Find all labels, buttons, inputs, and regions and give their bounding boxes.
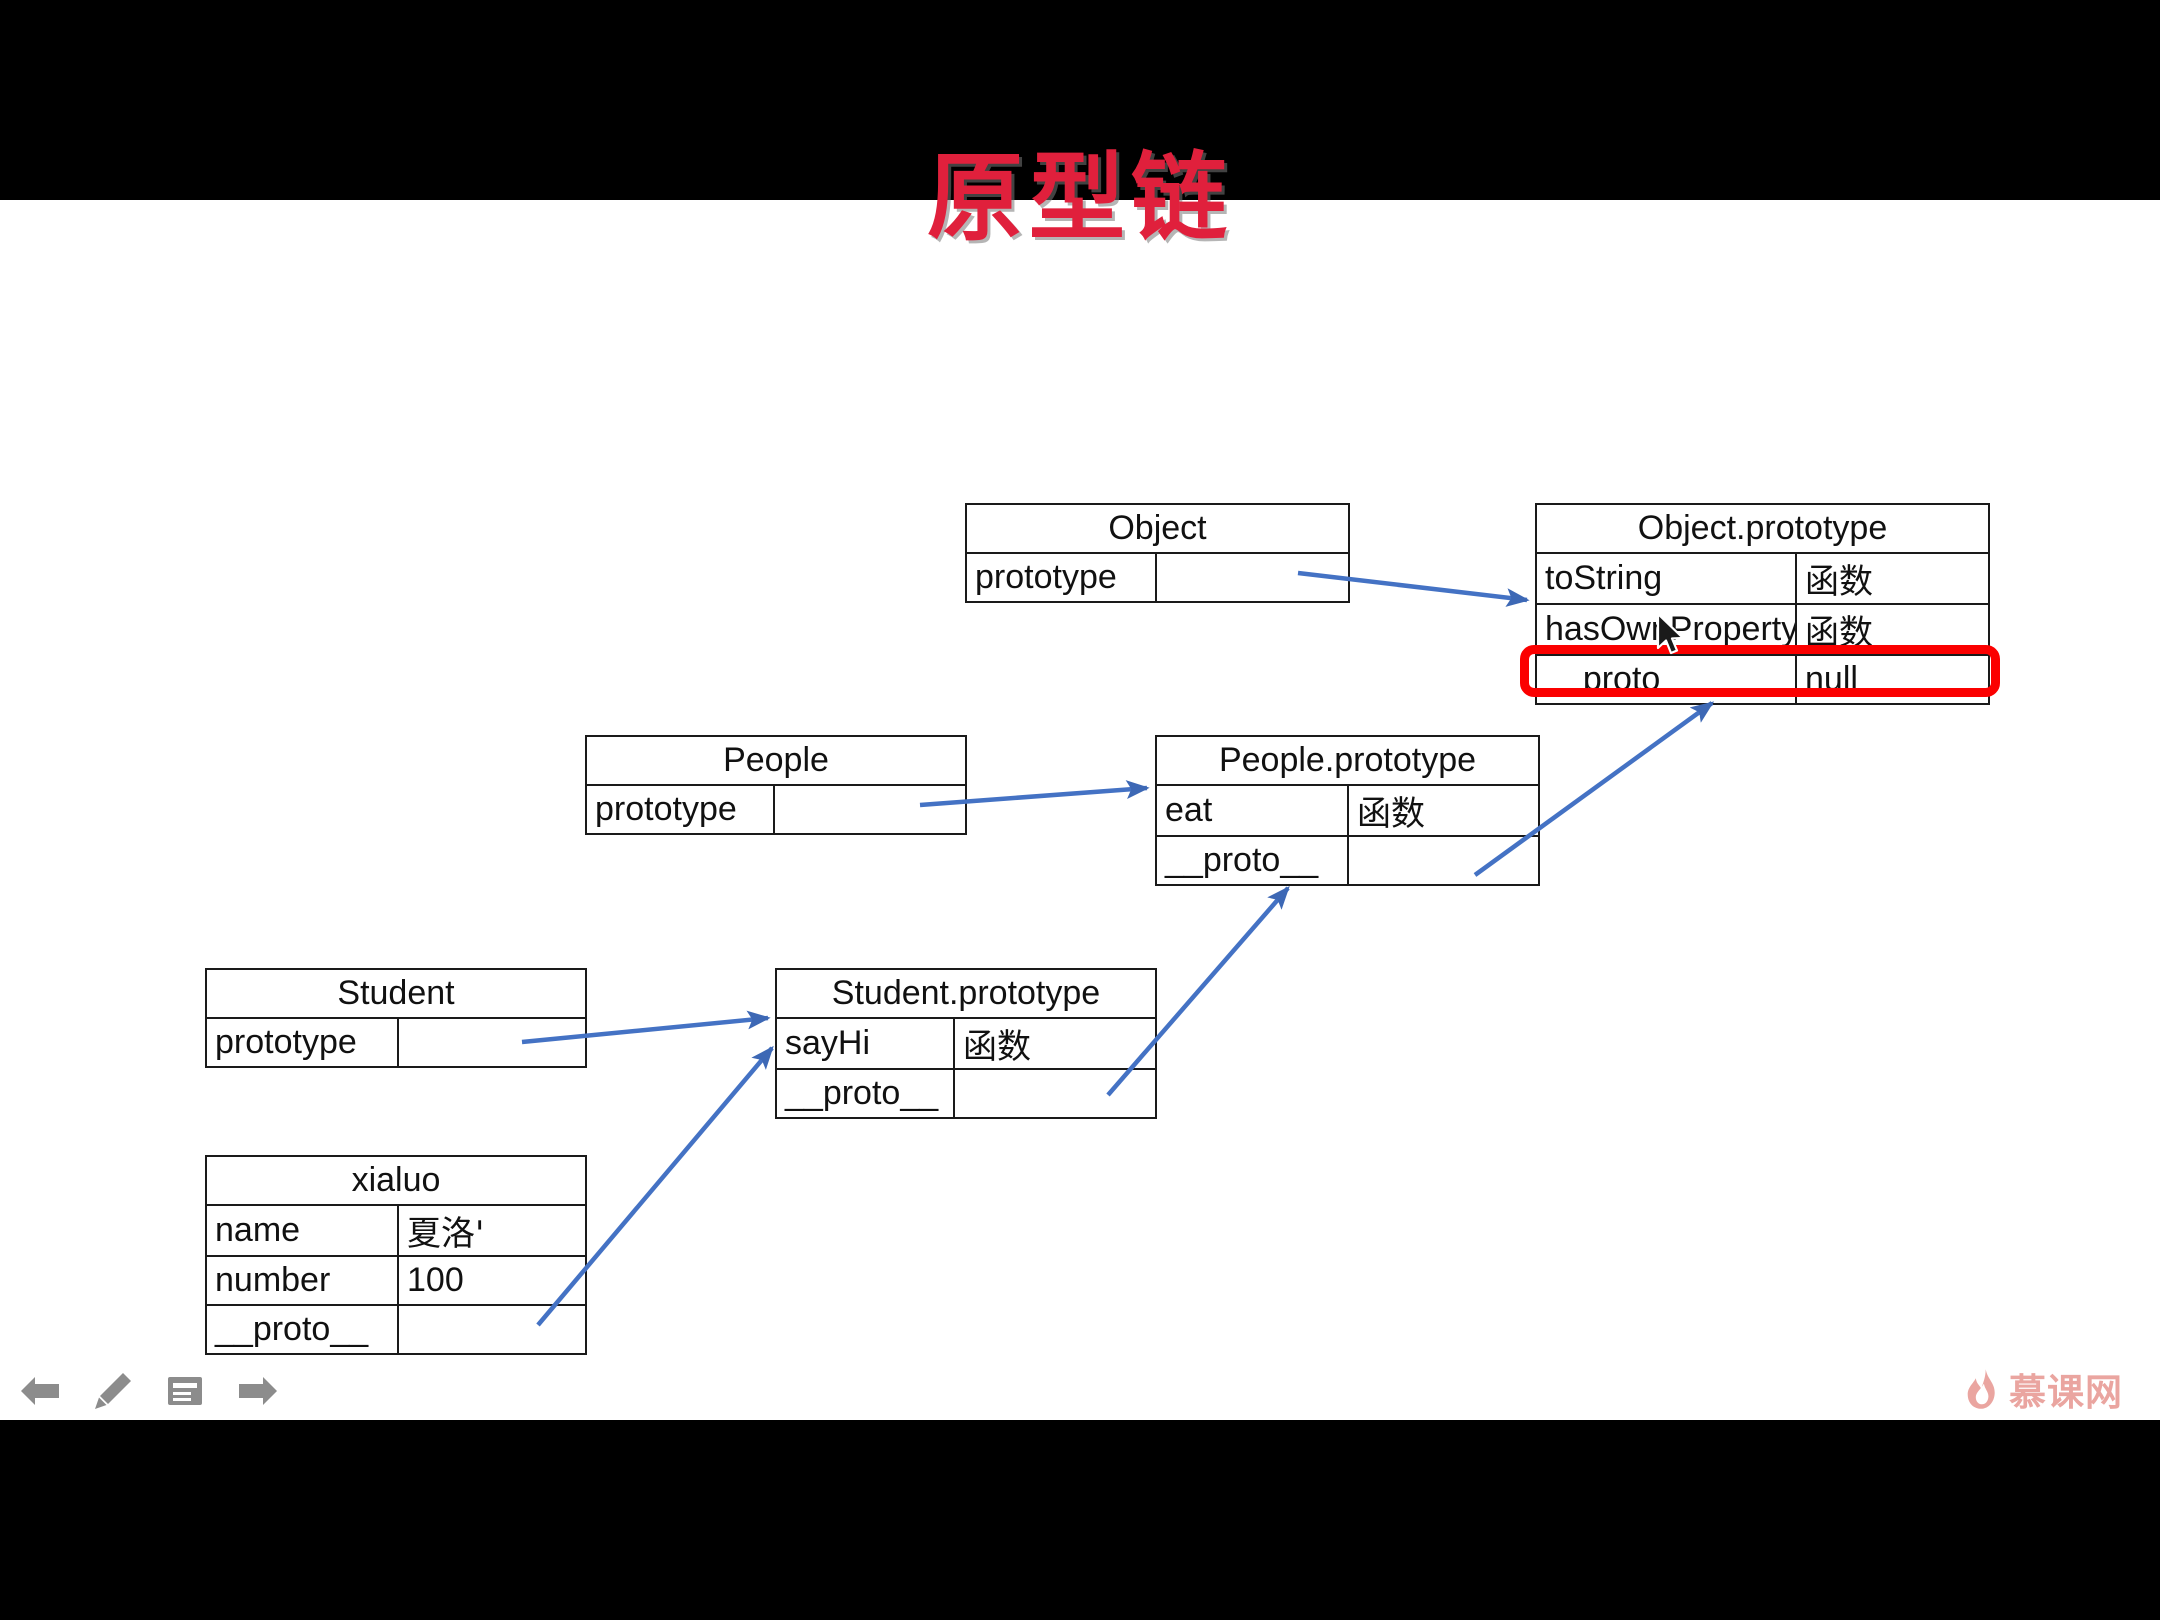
table-row: toString 函数 (1535, 552, 1990, 605)
table-row: Student (205, 968, 587, 1019)
table-row: hasOwnProperty 函数 (1535, 603, 1990, 656)
table-row: eat 函数 (1155, 784, 1540, 837)
table-people-prototype-val-1 (1347, 835, 1540, 886)
table-object-prototype-key-0: toString (1535, 552, 1797, 605)
notes-button[interactable] (162, 1368, 208, 1414)
table-row: __proto__ (775, 1068, 1157, 1119)
brand-name: 慕课网 (2009, 1371, 2123, 1414)
brand-logo: 慕课网 (1965, 1362, 2123, 1416)
player-toolbar (18, 1368, 280, 1414)
arrow-left-icon (21, 1377, 59, 1405)
table-people-header: People (585, 735, 967, 786)
table-xialuo-header: xialuo (205, 1155, 587, 1206)
table-people-prototype-key-0: eat (1155, 784, 1349, 837)
table-people-prototype-header: People.prototype (1155, 735, 1540, 786)
table-object-prototype-header: Object.prototype (1535, 503, 1990, 554)
table-row: People (585, 735, 967, 786)
table-people-prototype-key-1: __proto__ (1155, 835, 1349, 886)
table-row: sayHi 函数 (775, 1017, 1157, 1070)
table-people-prototype-val-0: 函数 (1347, 784, 1540, 837)
table-row: Student.prototype (775, 968, 1157, 1019)
prev-slide-button[interactable] (18, 1368, 64, 1414)
table-row: __proto__ (1155, 835, 1540, 886)
table-row: __proto__ (205, 1304, 587, 1355)
table-row: People.prototype (1155, 735, 1540, 786)
table-people-key-0: prototype (585, 784, 775, 835)
table-student-key-0: prototype (205, 1017, 399, 1068)
table-xialuo-val-1: 100 (397, 1255, 587, 1306)
table-student-prototype-val-0: 函数 (953, 1017, 1157, 1070)
table-object-prototype-val-1: 函数 (1795, 603, 1990, 656)
table-xialuo-key-1: number (205, 1255, 399, 1306)
table-row: number 100 (205, 1255, 587, 1306)
table-people-prototype: People.prototype eat 函数 __proto__ (1155, 735, 1540, 886)
table-student-prototype-key-0: sayHi (775, 1017, 955, 1070)
page-title: 原型链 (927, 142, 1233, 254)
table-object-prototype: Object.prototype toString 函数 hasOwnPrope… (1535, 503, 1990, 705)
arrow-pointer-icon (1656, 612, 1685, 655)
table-object: Object prototype (965, 503, 1350, 603)
flame-icon (1967, 1369, 1995, 1409)
table-xialuo-val-0: 夏洛' (397, 1204, 587, 1257)
table-row: prototype (585, 784, 967, 835)
table-row: name 夏洛' (205, 1204, 587, 1257)
table-xialuo: xialuo name 夏洛' number 100 __proto__ (205, 1155, 587, 1355)
table-student-prototype-header: Student.prototype (775, 968, 1157, 1019)
table-row: __proto__ null (1535, 654, 1990, 705)
annotate-button[interactable] (90, 1368, 136, 1414)
table-xialuo-key-0: name (205, 1204, 399, 1257)
table-row: prototype (205, 1017, 587, 1068)
table-student-prototype: Student.prototype sayHi 函数 __proto__ (775, 968, 1157, 1119)
table-row: xialuo (205, 1155, 587, 1206)
next-slide-button[interactable] (234, 1368, 280, 1414)
table-xialuo-val-2 (397, 1304, 587, 1355)
arrow-right-icon (239, 1377, 277, 1405)
table-student-header: Student (205, 968, 587, 1019)
letterbox-bottom (0, 1420, 2160, 1620)
table-object-key-0: prototype (965, 552, 1157, 603)
table-object-val-0 (1155, 552, 1350, 603)
table-object-prototype-val-0: 函数 (1795, 552, 1990, 605)
table-student-prototype-key-1: __proto__ (775, 1068, 955, 1119)
pencil-icon (95, 1373, 131, 1409)
table-student-prototype-val-1 (953, 1068, 1157, 1119)
table-object-prototype-key-2: __proto__ (1535, 654, 1797, 705)
table-xialuo-key-2: __proto__ (205, 1304, 399, 1355)
table-row: prototype (965, 552, 1350, 603)
table-object-prototype-val-2: null (1795, 654, 1990, 705)
table-student: Student prototype (205, 968, 587, 1068)
table-object-header: Object (965, 503, 1350, 554)
table-row: Object (965, 503, 1350, 554)
table-student-val-0 (397, 1017, 587, 1068)
table-people: People prototype (585, 735, 967, 835)
notes-icon (168, 1377, 202, 1405)
table-people-val-0 (773, 784, 967, 835)
table-row: Object.prototype (1535, 503, 1990, 554)
